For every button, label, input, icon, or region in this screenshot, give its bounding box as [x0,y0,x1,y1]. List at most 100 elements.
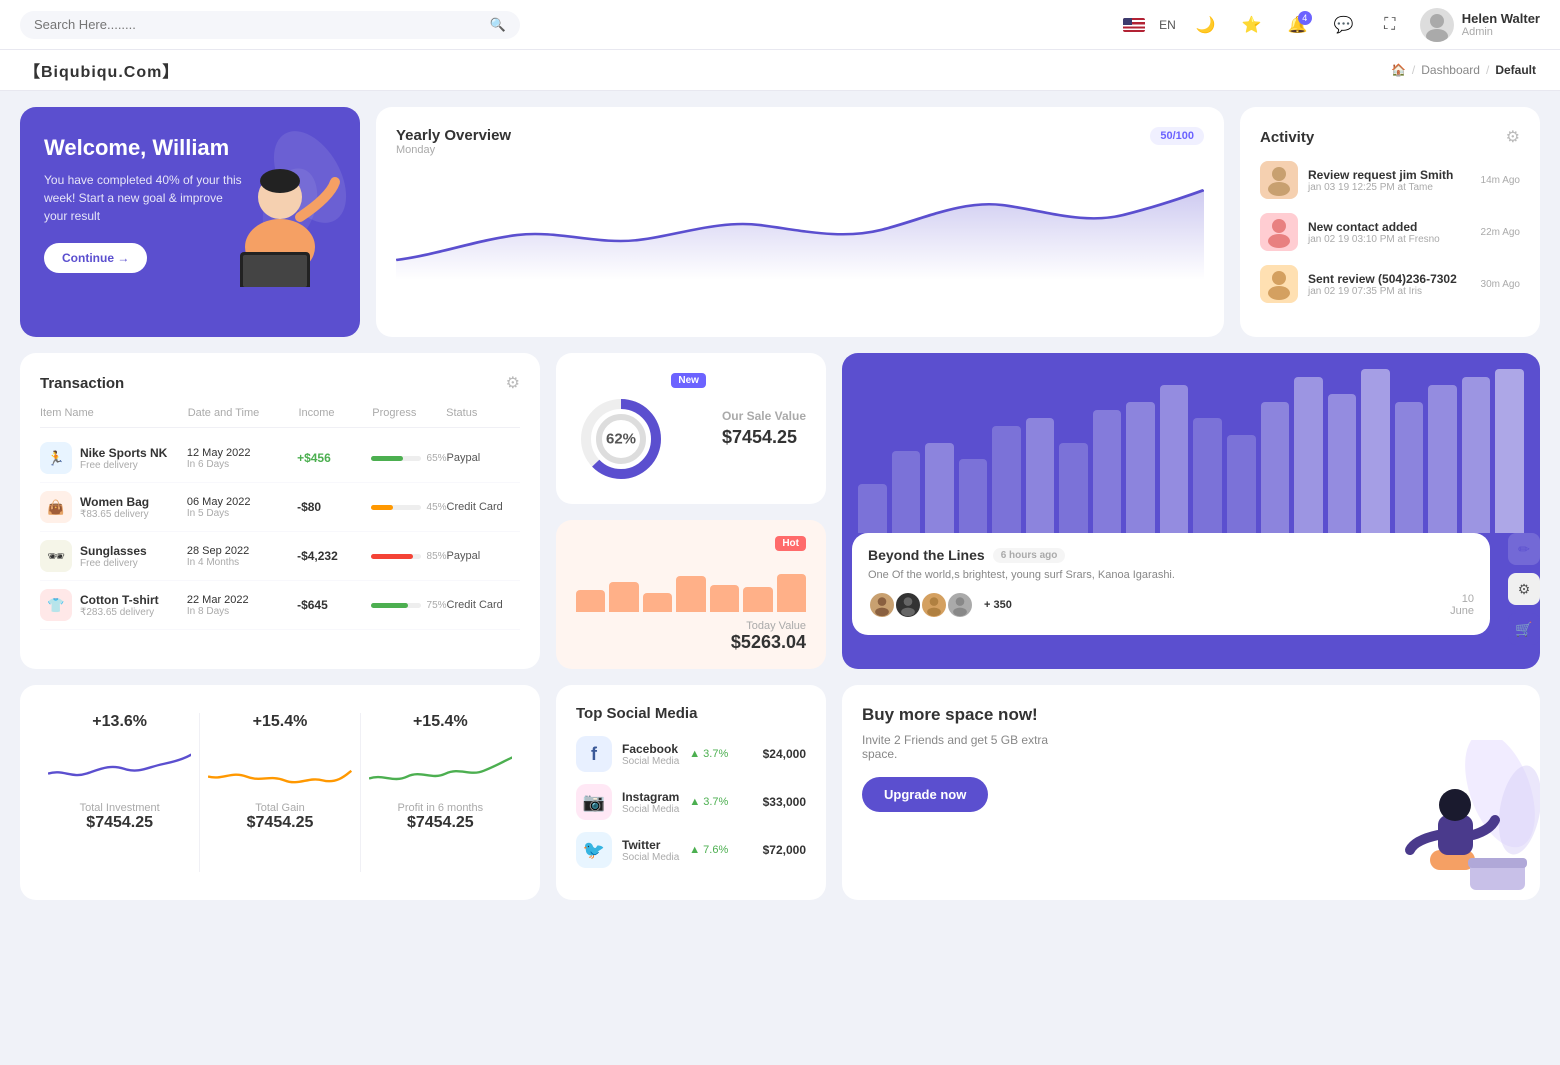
beyond-card: Beyond the Lines 6 hours ago One Of the … [842,353,1540,669]
sale-info: Our Sale Value $7454.25 [722,409,806,448]
buyspace-title: Buy more space now! [862,705,1520,725]
mini-val-2: $7454.25 [407,814,474,832]
social-media-card: Top Social Media f Facebook Social Media… [556,685,826,900]
mini-label-2: Profit in 6 months [398,802,484,814]
search-bar[interactable]: 🔍 [20,11,520,39]
star-icon[interactable]: ⭐ [1236,9,1268,41]
today-value-card: Hot Today Value $5263.04 [556,520,826,669]
date-sub-1: In 5 Days [187,508,297,519]
transaction-title: Transaction [40,375,124,392]
transaction-gear-icon[interactable]: ⚙ [506,373,520,393]
table-row: 🏃 Nike Sports NKFree delivery 12 May 202… [40,434,520,483]
facebook-icon: f [576,736,612,772]
item-icon-0: 🏃 [40,442,72,474]
upgrade-button[interactable]: Upgrade now [862,777,988,812]
chat-icon[interactable]: 💬 [1328,9,1360,41]
mini-stat-0: +13.6% Total Investment $7454.25 [40,705,199,880]
expand-icon[interactable]: ⛶ [1374,9,1406,41]
breadcrumb-current: Default [1495,63,1536,77]
activity-title-0: Review request jim Smith [1308,168,1471,182]
activity-info-2: Sent review (504)236-7302 jan 02 19 07:3… [1308,272,1471,297]
date-main-2: 28 Sep 2022 [187,545,297,557]
bar-0 [576,590,605,612]
beyond-title-text: Beyond the Lines [868,547,985,563]
user-avatar-wrap[interactable]: Helen Walter Admin [1420,8,1540,42]
social-info-1: Instagram Social Media [622,790,679,815]
avatar-0 [868,591,896,619]
social-info-0: Facebook Social Media [622,742,679,767]
item-cell-2: 🕶 SunglassesFree delivery [40,540,187,572]
income-3: -$645 [297,598,370,612]
row3: +13.6% Total Investment $7454.25 +15.4% … [20,685,1540,900]
date-main-1: 06 May 2022 [187,496,297,508]
item-name-1: Women Bag [80,495,149,509]
table-row: 👜 Women Bag₹83.65 delivery 06 May 2022In… [40,483,520,532]
user-info: Helen Walter Admin [1462,11,1540,38]
status-1: Credit Card [447,501,520,513]
date-month: June [1450,605,1474,617]
activity-time-2: 30m Ago [1481,279,1520,290]
breadcrumb-sep2: / [1486,63,1489,77]
col-progress: Progress [372,407,446,419]
plus-count: + 350 [984,599,1012,611]
mini-stat-1: +15.4% Total Gain $7454.25 [200,705,359,880]
activity-info-0: Review request jim Smith jan 03 19 12:25… [1308,168,1471,193]
item-name-3: Cotton T-shirt [80,593,159,607]
nav-right: EN 🌙 ⭐ 🔔 4 💬 ⛶ Helen Walter Admin [1123,8,1540,42]
social-title: Top Social Media [576,705,806,722]
activity-item-2: Sent review (504)236-7302 jan 02 19 07:3… [1260,265,1520,303]
activity-card: Activity ⚙ Review request jim Smith jan … [1240,107,1540,337]
notif-badge: 4 [1298,11,1312,25]
sale-value-card: New 62% Our Sale Value $7454.25 [556,353,826,504]
search-input[interactable] [34,17,482,32]
mini-val-1: $7454.25 [247,814,314,832]
progress-pct-2: 85% [427,551,447,562]
activity-time-1: 22m Ago [1481,227,1520,238]
date-main-0: 12 May 2022 [187,447,297,459]
activity-title-1: New contact added [1308,220,1471,234]
table-row: 🕶 SunglassesFree delivery 28 Sep 2022In … [40,532,520,581]
item-name-0: Nike Sports NK [80,446,167,460]
avatar [1420,8,1454,42]
activity-gear-icon[interactable]: ⚙ [1506,127,1520,147]
activity-thumb-2 [1260,265,1298,303]
space-illustration [1360,740,1540,900]
bar-6 [777,574,806,613]
progress-1: 45% [371,502,447,513]
breadcrumb-bar: 【Biqubiqu.Com】 🏠 / Dashboard / Default [0,50,1560,91]
mini-pct-1: +15.4% [253,713,308,731]
item-sub-3: ₹283.65 delivery [80,607,159,618]
progress-pct-0: 65% [427,453,447,464]
search-icon: 🔍 [490,17,506,33]
date-num: 10 [1450,593,1474,605]
breadcrumb-sep1: / [1412,63,1415,77]
home-icon[interactable]: 🏠 [1391,63,1406,77]
lang-selector[interactable]: EN [1159,18,1176,32]
settings-icon-btn[interactable]: ⚙ [1508,573,1540,605]
dark-mode-toggle[interactable]: 🌙 [1190,9,1222,41]
activity-time-0: 14m Ago [1481,175,1520,186]
table-row: 👕 Cotton T-shirt₹283.65 delivery 22 Mar … [40,581,520,630]
today-bar-chart [576,557,806,612]
progress-pct-1: 45% [427,502,447,513]
soc-pct-0: ▲ 3.7% [689,748,728,760]
edit-icon-btn[interactable]: ✏ [1508,533,1540,565]
user-name: Helen Walter [1462,11,1540,26]
item-cell-0: 🏃 Nike Sports NKFree delivery [40,442,187,474]
breadcrumb: 🏠 / Dashboard / Default [1391,63,1536,77]
soc-pct-1: ▲ 3.7% [689,796,728,808]
breadcrumb-dashboard[interactable]: Dashboard [1421,63,1480,77]
cart-icon-btn[interactable]: 🛒 [1508,613,1540,645]
date-sub-0: In 6 Days [187,459,297,470]
yearly-chart [396,170,1204,280]
date-sub-2: In 4 Months [187,557,297,568]
col-status: Status [446,407,520,419]
twitter-icon: 🐦 [576,832,612,868]
continue-button[interactable]: Continue → [44,243,147,273]
social-item-0: f Facebook Social Media ▲ 3.7% $24,000 [576,736,806,772]
notification-icon[interactable]: 🔔 4 [1282,9,1314,41]
table-header: Item Name Date and Time Income Progress … [40,407,520,428]
date-badge: 10 June [1450,593,1474,617]
avatar-2 [920,591,948,619]
item-name-2: Sunglasses [80,544,147,558]
